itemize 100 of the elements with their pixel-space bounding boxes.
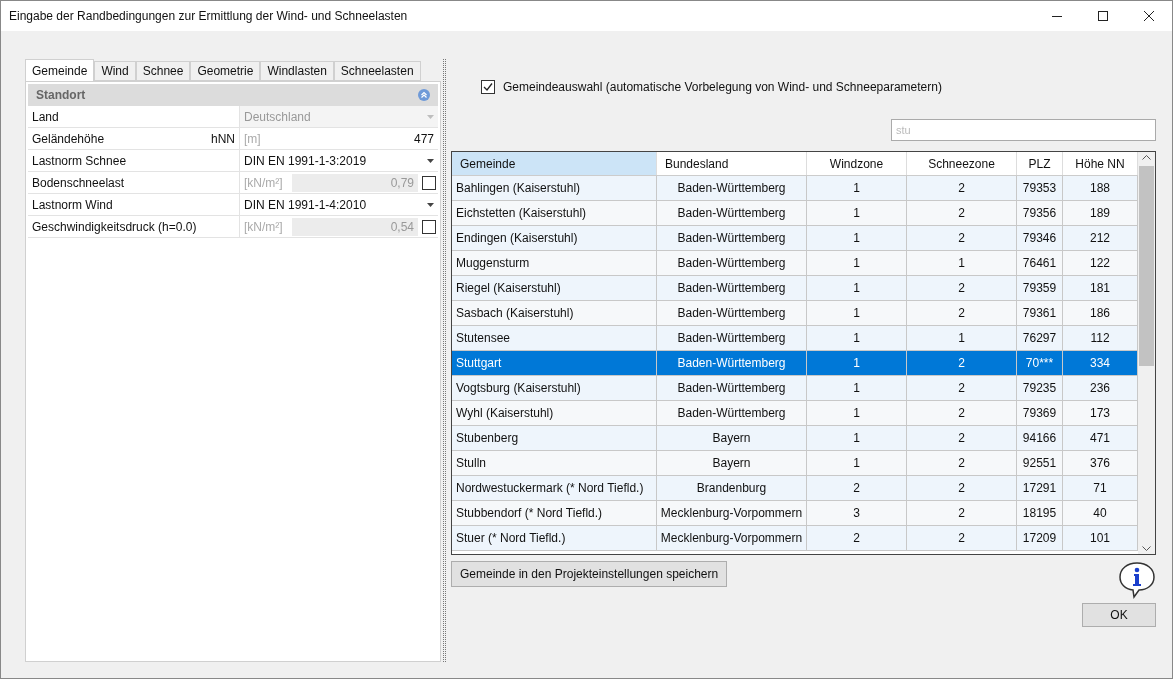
- table-cell: 1: [807, 226, 907, 250]
- table-cell: 2: [907, 351, 1017, 375]
- table-row[interactable]: Vogtsburg (Kaiserstuhl) Baden-Württemberg 1 2 79235 236: [452, 376, 1138, 401]
- table-cell: 1: [807, 201, 907, 225]
- scroll-down-icon: [1142, 546, 1151, 551]
- close-icon: [1144, 11, 1154, 21]
- scrollbar-thumb[interactable]: [1139, 166, 1154, 366]
- table-cell: 1: [807, 401, 907, 425]
- table-cell: 1: [907, 326, 1017, 350]
- table-cell: 2: [907, 226, 1017, 250]
- table-cell: Muggensturm: [452, 251, 657, 275]
- property-label: Geländehöhe: [32, 130, 105, 148]
- table-cell: Baden-Württemberg: [657, 326, 807, 350]
- table-cell: Baden-Württemberg: [657, 176, 807, 200]
- info-icon[interactable]: [1118, 561, 1156, 599]
- table-cell: 2: [807, 476, 907, 500]
- table-cell: 79361: [1017, 301, 1063, 325]
- table-cell: Stuttgart: [452, 351, 657, 375]
- tab[interactable]: Geometrie: [190, 61, 261, 81]
- maximize-icon: [1098, 11, 1108, 21]
- symbol-label: hNN: [211, 130, 235, 148]
- table-cell: Riegel (Kaiserstuhl): [452, 276, 657, 300]
- checkbox[interactable]: [422, 175, 436, 190]
- table-cell: Nordwestuckermark (* Nord Tiefld.): [452, 476, 657, 500]
- table-cell: Baden-Württemberg: [657, 376, 807, 400]
- table-row[interactable]: Endingen (Kaiserstuhl) Baden-Württemberg 1 2 79346 212: [452, 226, 1138, 251]
- table-row[interactable]: Stulln Bayern 1 2 92551 376: [452, 451, 1138, 476]
- table-row[interactable]: Bahlingen (Kaiserstuhl) Baden-Württemberg 1 2 79353 188: [452, 176, 1138, 201]
- unit-label: [kN/m²]: [244, 174, 284, 192]
- table-cell: Stubenberg: [452, 426, 657, 450]
- table-row[interactable]: Nordwestuckermark (* Nord Tiefld.) Brandenburg 2 2 17291 71: [452, 476, 1138, 501]
- table-cell: Mecklenburg-Vorpommern: [657, 526, 807, 550]
- table-cell: 79235: [1017, 376, 1063, 400]
- unit-label: [m]: [244, 130, 261, 148]
- table-row[interactable]: Stubbendorf (* Nord Tiefld.) Mecklenburg-Vorpommern 3 2 18195 40: [452, 501, 1138, 526]
- checkbox[interactable]: [422, 219, 436, 234]
- table-cell: Baden-Württemberg: [657, 401, 807, 425]
- tab[interactable]: Wind: [94, 61, 136, 81]
- table-cell: 2: [907, 526, 1017, 550]
- table-cell: 2: [907, 276, 1017, 300]
- ok-button[interactable]: OK: [1082, 603, 1156, 627]
- table-row[interactable]: Wyhl (Kaiserstuhl) Baden-Württemberg 1 2 79369 173: [452, 401, 1138, 426]
- table-cell: 17209: [1017, 526, 1063, 550]
- table-row[interactable]: Stutensee Baden-Württemberg 1 1 76297 112: [452, 326, 1138, 351]
- table-cell: 1: [807, 376, 907, 400]
- check-icon: [483, 82, 493, 92]
- table-row[interactable]: Sasbach (Kaiserstuhl) Baden-Württemberg 1 2 79361 186: [452, 301, 1138, 326]
- table-row[interactable]: Stuttgart Baden-Württemberg 1 2 70*** 334: [452, 351, 1138, 376]
- property-label: Land: [32, 108, 59, 126]
- collapse-icon: [418, 89, 430, 101]
- table-cell: 2: [907, 401, 1017, 425]
- tab[interactable]: Schneelasten: [333, 61, 421, 81]
- table-cell: 79359: [1017, 276, 1063, 300]
- table-cell: Mecklenburg-Vorpommern: [657, 501, 807, 525]
- option-label: Gemeindeauswahl (automatische Vorbelegung von Wind- und Schneeparametern): [503, 79, 942, 96]
- table-cell: 76461: [1017, 251, 1063, 275]
- table-cell: 1: [907, 251, 1017, 275]
- table-row[interactable]: Stubenberg Bayern 1 2 94166 471: [452, 426, 1138, 451]
- table-cell: 3: [807, 501, 907, 525]
- table-cell: 94166: [1017, 426, 1063, 450]
- save-button[interactable]: Gemeinde in den Projekteinstellungen speichern: [451, 561, 728, 587]
- table-cell: 2: [907, 301, 1017, 325]
- table-cell: 76297: [1017, 326, 1063, 350]
- table-cell: Eichstetten (Kaiserstuhl): [452, 201, 657, 225]
- category-header[interactable]: Standort: [28, 84, 438, 106]
- table-row[interactable]: Stuer (* Nord Tiefld.) Mecklenburg-Vorpommern 2 2 17209 101: [452, 526, 1138, 551]
- caret-icon: [427, 158, 434, 163]
- caret-icon: [427, 114, 434, 119]
- table-cell: 2: [907, 501, 1017, 525]
- table-cell: 1: [807, 301, 907, 325]
- table-cell: 18195: [1017, 501, 1063, 525]
- table-cell: Stulln: [452, 451, 657, 475]
- tab[interactable]: Gemeinde: [25, 59, 95, 81]
- table-cell: 1: [807, 326, 907, 350]
- table-row[interactable]: Riegel (Kaiserstuhl) Baden-Württemberg 1 2 79359 181: [452, 276, 1138, 301]
- table-cell: Bahlingen (Kaiserstuhl): [452, 176, 657, 200]
- table-cell: Baden-Württemberg: [657, 251, 807, 275]
- scrollbar[interactable]: [1138, 152, 1155, 554]
- table-cell: Wyhl (Kaiserstuhl): [452, 401, 657, 425]
- table-cell: Baden-Württemberg: [657, 226, 807, 250]
- table-cell: 17291: [1017, 476, 1063, 500]
- checkbox[interactable]: [481, 80, 495, 94]
- table-cell: 1: [807, 426, 907, 450]
- category-label: Standort: [36, 87, 86, 104]
- column-header[interactable]: Gemeinde: [452, 152, 657, 175]
- table-cell: 1: [807, 276, 907, 300]
- table-cell: Baden-Württemberg: [657, 201, 807, 225]
- table-cell: Baden-Württemberg: [657, 351, 807, 375]
- tab[interactable]: Windlasten: [260, 61, 334, 81]
- table-cell: Stuer (* Nord Tiefld.): [452, 526, 657, 550]
- table-cell: Stubbendorf (* Nord Tiefld.): [452, 501, 657, 525]
- table-row[interactable]: Muggensturm Baden-Württemberg 1 1 76461 122: [452, 251, 1138, 276]
- table-cell: 2: [907, 176, 1017, 200]
- table-cell: 1: [807, 251, 907, 275]
- table-cell: Vogtsburg (Kaiserstuhl): [452, 376, 657, 400]
- table-row[interactable]: Eichstetten (Kaiserstuhl) Baden-Württemberg 1 2 79356 189: [452, 201, 1138, 226]
- tab[interactable]: Schnee: [135, 61, 191, 81]
- table-cell: 79346: [1017, 226, 1063, 250]
- table-cell: 2: [907, 426, 1017, 450]
- property-label: Lastnorm Wind: [32, 196, 113, 214]
